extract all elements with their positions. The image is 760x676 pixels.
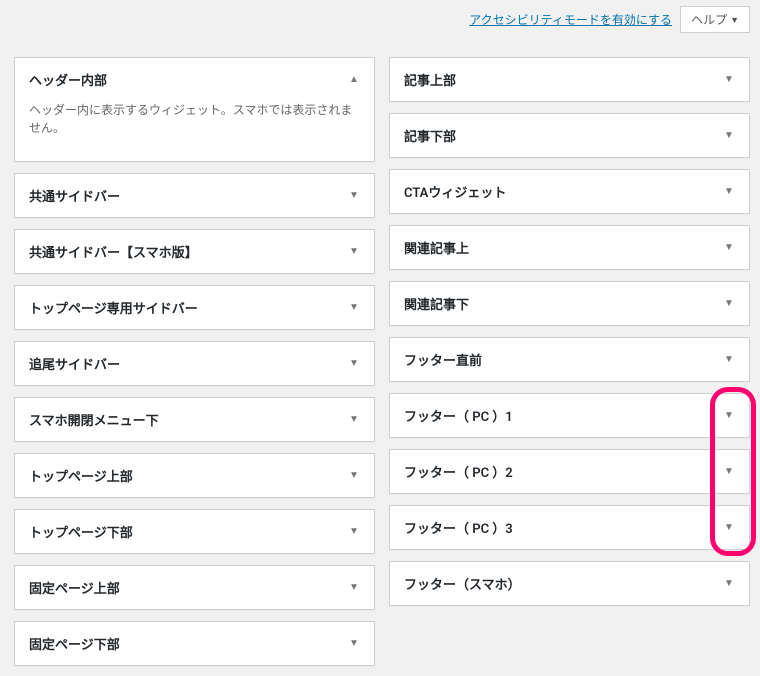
chevron-down-icon[interactable]: ▼ bbox=[348, 358, 360, 369]
widget-area[interactable]: フッター直前 ▼ bbox=[389, 337, 750, 382]
chevron-down-icon[interactable]: ▼ bbox=[348, 582, 360, 593]
widget-area-title: 固定ページ下部 bbox=[29, 634, 120, 653]
widget-area-header[interactable]: 固定ページ下部 ▼ bbox=[15, 622, 374, 665]
widget-area-header[interactable]: フッター（ PC ）1 ▼ bbox=[390, 394, 749, 437]
widget-area-title: 記事上部 bbox=[404, 70, 456, 89]
chevron-down-icon[interactable]: ▼ bbox=[348, 638, 360, 649]
widget-area-title: 関連記事下 bbox=[404, 294, 469, 313]
chevron-down-icon[interactable]: ▼ bbox=[723, 410, 735, 421]
chevron-down-icon[interactable]: ▼ bbox=[348, 302, 360, 313]
chevron-down-icon[interactable]: ▼ bbox=[723, 466, 735, 477]
widget-area-header[interactable]: スマホ開閉メニュー下 ▼ bbox=[15, 398, 374, 441]
widget-area[interactable]: 固定ページ上部 ▼ bbox=[14, 565, 375, 610]
widget-area-header[interactable]: 固定ページ上部 ▼ bbox=[15, 566, 374, 609]
widget-area[interactable]: 固定ページ下部 ▼ bbox=[14, 621, 375, 666]
chevron-down-icon: ▼ bbox=[730, 15, 739, 25]
chevron-down-icon[interactable]: ▼ bbox=[723, 298, 735, 309]
accessibility-link[interactable]: アクセシビリティモードを有効にする bbox=[469, 11, 672, 28]
widget-area[interactable]: 記事上部 ▼ bbox=[389, 57, 750, 102]
widget-area[interactable]: トップページ下部 ▼ bbox=[14, 509, 375, 554]
widget-area-header[interactable]: ヘッダー内部 ▲ bbox=[15, 58, 374, 101]
widget-area-title: 固定ページ上部 bbox=[29, 578, 120, 597]
help-button[interactable]: ヘルプ ▼ bbox=[680, 6, 750, 33]
widget-area-header[interactable]: フッター（ PC ）3 ▼ bbox=[390, 506, 749, 549]
widget-area[interactable]: ヘッダー内部 ▲ ヘッダー内に表示するウィジェット。スマホでは表示されません。 bbox=[14, 57, 375, 162]
top-bar: アクセシビリティモードを有効にする ヘルプ ▼ bbox=[0, 0, 760, 39]
widget-area[interactable]: フッター（ PC ）3 ▼ bbox=[389, 505, 750, 550]
widget-area-header[interactable]: トップページ下部 ▼ bbox=[15, 510, 374, 553]
widget-area[interactable]: トップページ専用サイドバー ▼ bbox=[14, 285, 375, 330]
widget-area-title: スマホ開閉メニュー下 bbox=[29, 410, 159, 429]
widget-area[interactable]: 追尾サイドバー ▼ bbox=[14, 341, 375, 386]
help-label: ヘルプ bbox=[691, 11, 727, 28]
widget-area[interactable]: 記事下部 ▼ bbox=[389, 113, 750, 158]
widget-area-description: ヘッダー内に表示するウィジェット。スマホでは表示されません。 bbox=[15, 101, 374, 161]
widget-area[interactable]: スマホ開閉メニュー下 ▼ bbox=[14, 397, 375, 442]
widget-area[interactable]: 共通サイドバー ▼ bbox=[14, 173, 375, 218]
chevron-down-icon[interactable]: ▼ bbox=[723, 242, 735, 253]
widget-area-header[interactable]: トップページ上部 ▼ bbox=[15, 454, 374, 497]
chevron-down-icon[interactable]: ▼ bbox=[723, 130, 735, 141]
widget-area[interactable]: CTAウィジェット ▼ bbox=[389, 169, 750, 214]
widget-area-title: フッター直前 bbox=[404, 350, 482, 369]
chevron-down-icon[interactable]: ▼ bbox=[348, 470, 360, 481]
widget-area-header[interactable]: 関連記事下 ▼ bbox=[390, 282, 749, 325]
widget-area[interactable]: フッター（ PC ）2 ▼ bbox=[389, 449, 750, 494]
chevron-down-icon[interactable]: ▼ bbox=[348, 414, 360, 425]
widget-area-title: トップページ下部 bbox=[29, 522, 133, 541]
widget-area[interactable]: フッター（ PC ）1 ▼ bbox=[389, 393, 750, 438]
widget-area-header[interactable]: フッター直前 ▼ bbox=[390, 338, 749, 381]
widget-area[interactable]: 共通サイドバー【スマホ版】 ▼ bbox=[14, 229, 375, 274]
widget-area-header[interactable]: フッター（ PC ）2 ▼ bbox=[390, 450, 749, 493]
chevron-down-icon[interactable]: ▼ bbox=[723, 522, 735, 533]
widget-area-title: 共通サイドバー【スマホ版】 bbox=[29, 242, 198, 261]
widget-area-title: トップページ上部 bbox=[29, 466, 133, 485]
chevron-down-icon[interactable]: ▼ bbox=[723, 186, 735, 197]
chevron-down-icon[interactable]: ▼ bbox=[723, 354, 735, 365]
widget-area-header[interactable]: フッター（スマホ） ▼ bbox=[390, 562, 749, 605]
chevron-down-icon[interactable]: ▼ bbox=[723, 74, 735, 85]
widget-area-title: トップページ専用サイドバー bbox=[29, 298, 198, 317]
widget-area-title: 共通サイドバー bbox=[29, 186, 120, 205]
widget-area-title: フッター（ PC ）1 bbox=[404, 406, 513, 425]
widget-area-title: フッター（スマホ） bbox=[404, 574, 521, 593]
widget-area-title: フッター（ PC ）2 bbox=[404, 462, 513, 481]
widget-area[interactable]: 関連記事下 ▼ bbox=[389, 281, 750, 326]
widget-area-title: ヘッダー内部 bbox=[29, 70, 107, 89]
widget-area[interactable]: 関連記事上 ▼ bbox=[389, 225, 750, 270]
widget-area-header[interactable]: 記事下部 ▼ bbox=[390, 114, 749, 157]
chevron-down-icon[interactable]: ▼ bbox=[348, 246, 360, 257]
widget-areas-container: ヘッダー内部 ▲ ヘッダー内に表示するウィジェット。スマホでは表示されません。共通サ… bbox=[0, 39, 760, 676]
chevron-down-icon[interactable]: ▼ bbox=[348, 190, 360, 201]
widget-area[interactable]: フッター（スマホ） ▼ bbox=[389, 561, 750, 606]
chevron-down-icon[interactable]: ▼ bbox=[723, 578, 735, 589]
widget-area-header[interactable]: 記事上部 ▼ bbox=[390, 58, 749, 101]
widget-area-header[interactable]: CTAウィジェット ▼ bbox=[390, 170, 749, 213]
chevron-up-icon[interactable]: ▲ bbox=[348, 74, 360, 85]
widget-area-title: CTAウィジェット bbox=[404, 182, 506, 201]
left-column: ヘッダー内部 ▲ ヘッダー内に表示するウィジェット。スマホでは表示されません。共通サ… bbox=[14, 57, 375, 666]
right-column: 記事上部▼記事下部▼CTAウィジェット▼関連記事上▼関連記事下▼フッター直前▼フ… bbox=[389, 57, 750, 666]
widget-area-header[interactable]: 共通サイドバー ▼ bbox=[15, 174, 374, 217]
widget-area-title: 追尾サイドバー bbox=[29, 354, 120, 373]
chevron-down-icon[interactable]: ▼ bbox=[348, 526, 360, 537]
widget-area-header[interactable]: 関連記事上 ▼ bbox=[390, 226, 749, 269]
widget-area-title: 記事下部 bbox=[404, 126, 456, 145]
widget-area-header[interactable]: 追尾サイドバー ▼ bbox=[15, 342, 374, 385]
widget-area-title: フッター（ PC ）3 bbox=[404, 518, 513, 537]
widget-area-header[interactable]: 共通サイドバー【スマホ版】 ▼ bbox=[15, 230, 374, 273]
widget-area-header[interactable]: トップページ専用サイドバー ▼ bbox=[15, 286, 374, 329]
widget-area-title: 関連記事上 bbox=[404, 238, 469, 257]
widget-area[interactable]: トップページ上部 ▼ bbox=[14, 453, 375, 498]
